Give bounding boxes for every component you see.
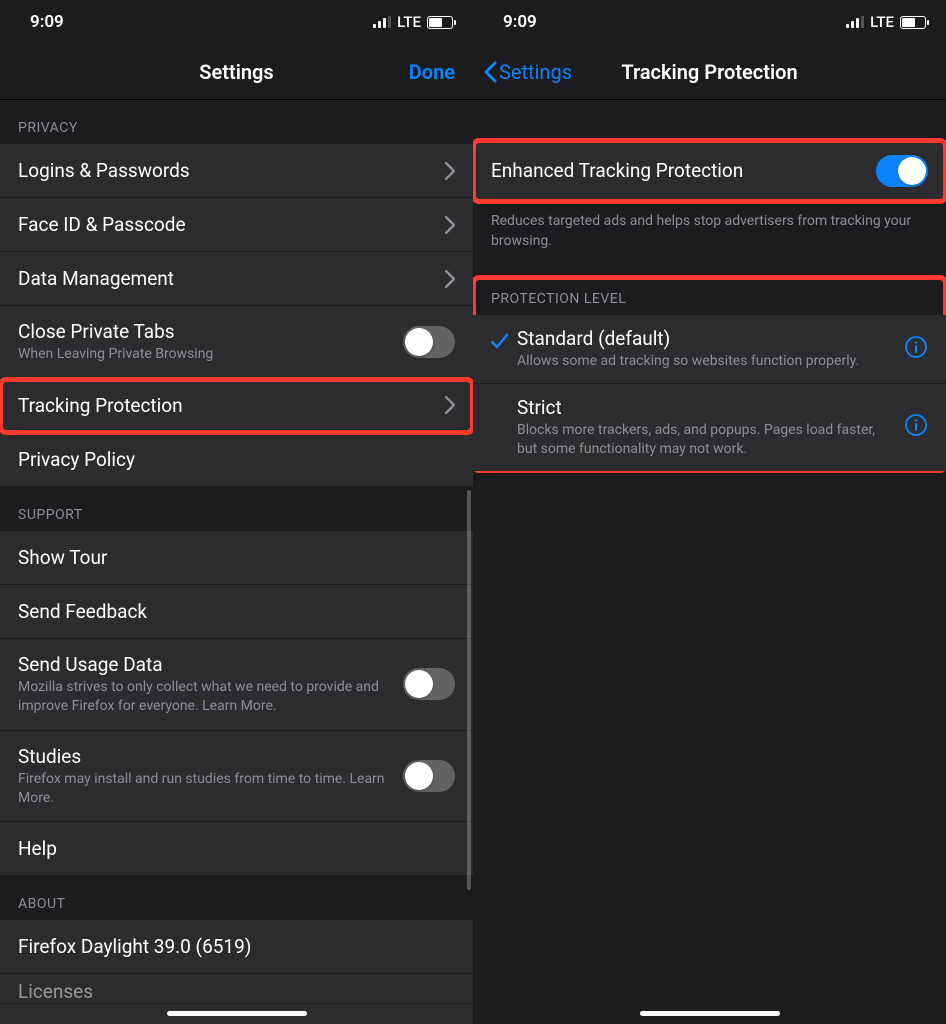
option-title: Strict — [517, 396, 928, 419]
nav-title: Tracking Protection — [621, 60, 797, 84]
close-tabs-toggle[interactable] — [403, 326, 455, 358]
status-bar: 9:09 LTE — [473, 0, 946, 44]
row-label: Tracking Protection — [18, 394, 435, 417]
nav-title: Settings — [199, 60, 273, 84]
row-label: Licenses — [18, 980, 445, 1003]
row-label: Enhanced Tracking Protection — [491, 159, 866, 182]
row-logins-passwords[interactable]: Logins & Passwords — [0, 144, 473, 198]
row-label: Send Usage Data — [18, 653, 393, 676]
info-icon[interactable] — [904, 413, 928, 441]
back-button[interactable]: Settings — [483, 60, 572, 84]
row-faceid-passcode[interactable]: Face ID & Passcode — [0, 198, 473, 252]
protection-level-highlight: PROTECTION LEVEL Standard (default) Allo… — [473, 277, 946, 471]
section-header-privacy: PRIVACY — [0, 100, 473, 144]
status-bar: 9:09 LTE — [0, 0, 473, 44]
row-show-tour[interactable]: Show Tour — [0, 531, 473, 585]
option-title: Standard (default) — [517, 327, 928, 350]
home-indicator[interactable] — [167, 1011, 307, 1016]
chevron-right-icon — [445, 270, 455, 288]
option-sublabel: Blocks more trackers, ads, and popups. P… — [517, 421, 928, 459]
nav-bar: Settings Done — [0, 44, 473, 100]
send-usage-toggle[interactable] — [403, 668, 455, 700]
carrier-label: LTE — [870, 13, 894, 31]
scrollbar[interactable] — [467, 490, 471, 890]
row-enhanced-tracking-protection[interactable]: Enhanced Tracking Protection — [473, 140, 946, 202]
chevron-right-icon — [445, 216, 455, 234]
studies-toggle[interactable] — [403, 760, 455, 792]
status-right: LTE — [846, 13, 926, 31]
signal-icon — [373, 16, 391, 28]
home-indicator[interactable] — [640, 1011, 780, 1016]
status-right: LTE — [373, 13, 453, 31]
info-icon[interactable] — [904, 335, 928, 363]
row-close-private-tabs[interactable]: Close Private Tabs When Leaving Private … — [0, 306, 473, 379]
row-label: Close Private Tabs — [18, 320, 393, 343]
chevron-left-icon — [483, 61, 497, 83]
row-label: Firefox Daylight 39.0 (6519) — [18, 935, 445, 958]
chevron-right-icon — [445, 162, 455, 180]
row-data-management[interactable]: Data Management — [0, 252, 473, 306]
option-strict[interactable]: Strict Blocks more trackers, ads, and po… — [473, 384, 946, 471]
signal-icon — [846, 16, 864, 28]
row-help[interactable]: Help — [0, 822, 473, 876]
row-sublabel: Firefox may install and run studies from… — [18, 770, 393, 808]
settings-screen: 9:09 LTE Settings Done PRIVACY Logins & … — [0, 0, 473, 1024]
row-send-feedback[interactable]: Send Feedback — [0, 585, 473, 639]
row-label: Show Tour — [18, 546, 445, 569]
status-time: 9:09 — [503, 12, 537, 32]
row-sublabel: Mozilla strives to only collect what we … — [18, 678, 393, 716]
etp-highlight: Enhanced Tracking Protection — [473, 140, 946, 202]
etp-description: Reduces targeted ads and helps stop adve… — [473, 202, 946, 265]
checkmark-icon — [489, 331, 509, 355]
row-label: Privacy Policy — [18, 448, 445, 471]
option-standard[interactable]: Standard (default) Allows some ad tracki… — [473, 315, 946, 384]
etp-toggle[interactable] — [876, 155, 928, 187]
row-label: Face ID & Passcode — [18, 213, 435, 236]
section-header-about: ABOUT — [0, 876, 473, 920]
row-licenses[interactable]: Licenses — [0, 974, 473, 1004]
row-version[interactable]: Firefox Daylight 39.0 (6519) — [0, 920, 473, 974]
carrier-label: LTE — [397, 13, 421, 31]
section-header-protection-level: PROTECTION LEVEL — [473, 277, 946, 315]
row-studies[interactable]: Studies Firefox may install and run stud… — [0, 731, 473, 823]
row-send-usage-data[interactable]: Send Usage Data Mozilla strives to only … — [0, 639, 473, 731]
row-label: Logins & Passwords — [18, 159, 435, 182]
status-time: 9:09 — [30, 12, 64, 32]
section-header-support: SUPPORT — [0, 487, 473, 531]
battery-icon — [900, 16, 926, 29]
chevron-right-icon — [445, 396, 455, 414]
row-privacy-policy[interactable]: Privacy Policy — [0, 433, 473, 487]
option-sublabel: Allows some ad tracking so websites func… — [517, 352, 928, 371]
nav-bar: Settings Tracking Protection — [473, 44, 946, 100]
row-label: Data Management — [18, 267, 435, 290]
row-label: Send Feedback — [18, 600, 445, 623]
row-label: Studies — [18, 745, 393, 768]
row-sublabel: When Leaving Private Browsing — [18, 345, 393, 364]
back-label: Settings — [499, 60, 572, 84]
tracking-protection-screen: 9:09 LTE Settings Tracking Protection En… — [473, 0, 946, 1024]
row-tracking-protection[interactable]: Tracking Protection — [0, 379, 473, 433]
battery-icon — [427, 16, 453, 29]
row-label: Help — [18, 837, 445, 860]
done-button[interactable]: Done — [409, 60, 455, 84]
